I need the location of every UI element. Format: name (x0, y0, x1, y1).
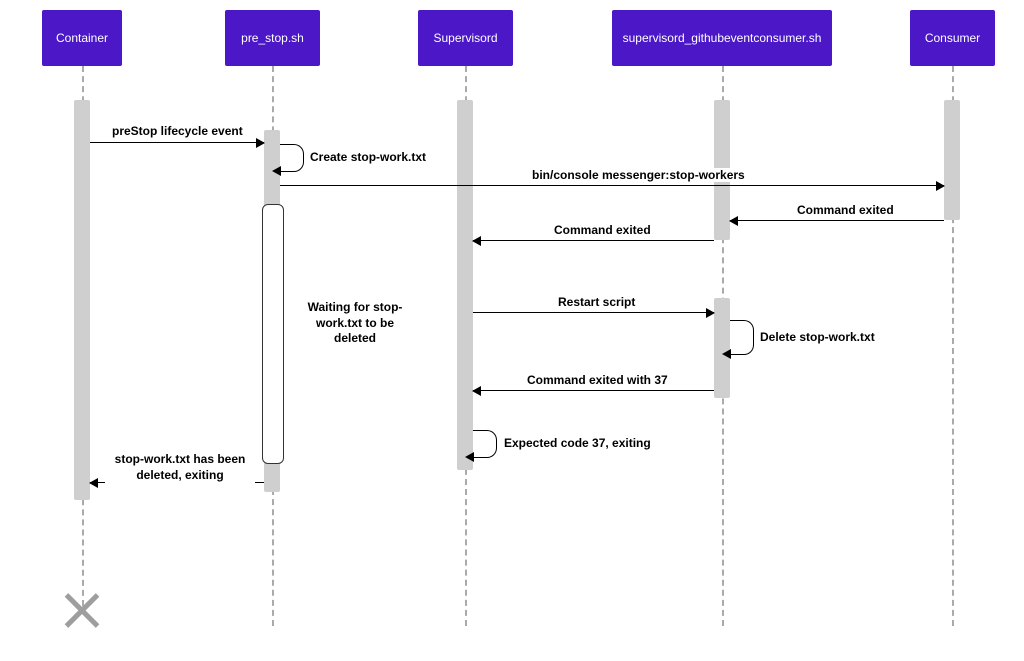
label-restart-script: Restart script (556, 295, 637, 309)
activation-container (74, 100, 90, 500)
label-create-stop: Create stop-work.txt (308, 150, 428, 164)
activation-ghconsumer-2 (714, 298, 730, 398)
label-stop-workers: bin/console messenger:stop-workers (530, 168, 747, 182)
selfmsg-create-stop (280, 144, 304, 172)
activation-consumer (944, 100, 960, 220)
label-deleted-exiting-text: stop-work.txt has been deleted, exiting (115, 452, 246, 482)
arrow-cmd-exited-2 (473, 240, 714, 241)
destroy-container (60, 590, 104, 634)
participant-supervisord: Supervisord (418, 10, 513, 66)
label-cmd-exited-2: Command exited (552, 223, 653, 237)
participant-container: Container (42, 10, 122, 66)
label-expected-37: Expected code 37, exiting (502, 436, 653, 450)
arrow-restart-script (473, 312, 714, 313)
arrow-cmd-exited-1 (730, 220, 944, 221)
label-cmd-37: Command exited with 37 (525, 373, 670, 387)
label-waiting-text: Waiting for stop-work.txt to be deleted (308, 300, 403, 345)
loop-waiting (262, 204, 284, 464)
activation-supervisord (457, 100, 473, 470)
label-deleted-exiting: stop-work.txt has been deleted, exiting (105, 452, 255, 483)
selfmsg-delete-stop (730, 320, 754, 355)
label-cmd-exited-1: Command exited (795, 203, 896, 217)
participant-prestop: pre_stop.sh (225, 10, 320, 66)
participant-consumer: Consumer (910, 10, 995, 66)
label-delete-stop: Delete stop-work.txt (758, 330, 877, 344)
label-waiting: Waiting for stop-work.txt to be deleted (300, 300, 410, 347)
arrow-stop-workers (280, 185, 944, 186)
arrow-prestop-event (90, 142, 264, 143)
selfmsg-expected-37 (473, 430, 497, 458)
label-prestop-event: preStop lifecycle event (110, 124, 245, 138)
participant-ghconsumer: supervisord_githubeventconsumer.sh (612, 10, 832, 66)
arrow-cmd-37 (473, 390, 714, 391)
